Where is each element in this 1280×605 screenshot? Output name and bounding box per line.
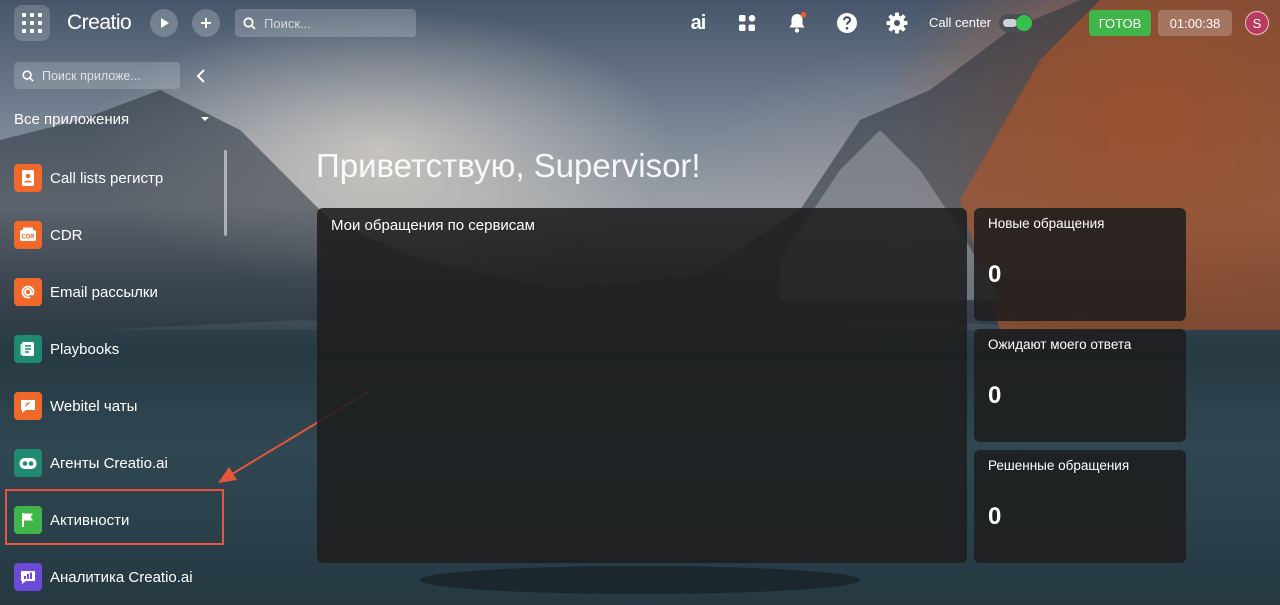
sidebar-item-label: Playbooks bbox=[50, 340, 120, 358]
all-apps-label: Все приложения bbox=[14, 110, 130, 128]
stat-card-new-requests[interactable]: Новые обращения 0 bbox=[974, 208, 1186, 321]
help-button[interactable] bbox=[833, 9, 861, 37]
analytics-chat-icon bbox=[14, 563, 42, 591]
call-timer: 01:00:38 bbox=[1158, 10, 1232, 36]
stat-card-awaiting-reply[interactable]: Ожидают моего ответа 0 bbox=[974, 329, 1186, 442]
app-launcher-grid-icon[interactable] bbox=[14, 5, 50, 41]
app-search-placeholder: Поиск приложе... bbox=[42, 68, 141, 83]
add-new-button[interactable] bbox=[192, 9, 220, 37]
ai-icon: ai bbox=[690, 11, 707, 34]
chat-send-icon bbox=[14, 392, 42, 420]
app-search-input[interactable]: Поиск приложе... bbox=[14, 62, 180, 89]
plus-icon bbox=[201, 18, 211, 28]
stat-value: 0 bbox=[988, 261, 1002, 288]
collapse-sidebar-button[interactable] bbox=[192, 66, 210, 86]
sidebar-item-creatio-ai-analytics[interactable]: Аналитика Creatio.ai bbox=[14, 562, 214, 592]
widget-title: Мои обращения по сервисам bbox=[331, 217, 535, 234]
notifications-button[interactable] bbox=[783, 9, 811, 37]
gear-icon bbox=[886, 12, 908, 34]
sidebar-item-email[interactable]: Email рассылки bbox=[14, 277, 214, 307]
playbook-icon bbox=[14, 335, 42, 363]
sidebar-item-label: Email рассылки bbox=[50, 283, 158, 301]
run-process-button[interactable] bbox=[150, 9, 178, 37]
sidebar-item-playbooks[interactable]: Playbooks bbox=[14, 334, 214, 364]
svg-text:CDR: CDR bbox=[22, 235, 36, 241]
sidebar-item-label: Webitel чаты bbox=[50, 397, 138, 415]
call-center-toggle[interactable] bbox=[999, 14, 1033, 32]
ai-button[interactable]: ai bbox=[684, 9, 712, 37]
caret-down-icon bbox=[201, 117, 209, 121]
bell-icon bbox=[789, 12, 807, 33]
agent-status-button[interactable]: ГОТОВ bbox=[1089, 10, 1151, 36]
settings-button[interactable] bbox=[883, 9, 911, 37]
search-icon bbox=[22, 69, 34, 82]
top-bar: Creatio Поиск... ai Call center ГОТОВ 01… bbox=[0, 0, 1280, 46]
highlight-annotation-box bbox=[5, 489, 224, 545]
sidebar-scrollbar[interactable] bbox=[224, 150, 227, 236]
stat-title: Ожидают моего ответа bbox=[988, 337, 1132, 352]
page-greeting: Приветствую, Supervisor! bbox=[316, 147, 701, 184]
call-center-label: Call center bbox=[929, 15, 992, 30]
cdr-icon: CDR bbox=[14, 221, 42, 249]
question-icon bbox=[837, 13, 857, 33]
search-icon bbox=[243, 16, 256, 30]
play-icon bbox=[161, 18, 169, 28]
service-requests-widget: Мои обращения по сервисам bbox=[317, 208, 967, 563]
sidebar-item-webitel-chats[interactable]: Webitel чаты bbox=[14, 391, 214, 421]
sidebar-item-label: Агенты Creatio.ai bbox=[50, 454, 168, 472]
user-avatar[interactable]: S bbox=[1245, 11, 1269, 35]
apps-tiles-button[interactable] bbox=[733, 9, 761, 37]
sidebar-item-creatio-ai-agents[interactable]: Агенты Creatio.ai bbox=[14, 448, 214, 478]
tiles-icon bbox=[739, 15, 756, 31]
search-placeholder: Поиск... bbox=[264, 15, 311, 31]
stat-title: Новые обращения bbox=[988, 216, 1105, 231]
chevron-left-icon bbox=[196, 69, 205, 83]
sidebar-item-label: Аналитика Creatio.ai bbox=[50, 568, 193, 586]
creatio-logo[interactable]: Creatio bbox=[67, 11, 132, 35]
contact-card-icon bbox=[14, 164, 42, 192]
robot-face-icon bbox=[14, 449, 42, 477]
sidebar-item-cdr[interactable]: CDR CDR bbox=[14, 220, 214, 250]
stat-card-resolved-requests[interactable]: Решенные обращения 0 bbox=[974, 450, 1186, 563]
sidebar-item-label: CDR bbox=[50, 226, 83, 244]
all-apps-dropdown[interactable]: Все приложения bbox=[14, 109, 210, 129]
stat-title: Решенные обращения bbox=[988, 458, 1130, 473]
stat-value: 0 bbox=[988, 503, 1002, 530]
sidebar-item-label: Call lists регистр bbox=[50, 169, 164, 187]
at-sign-icon bbox=[14, 278, 42, 306]
global-search-input[interactable]: Поиск... bbox=[235, 9, 416, 37]
sidebar-item-call-lists[interactable]: Call lists регистр bbox=[14, 163, 214, 193]
stat-value: 0 bbox=[988, 382, 1002, 409]
